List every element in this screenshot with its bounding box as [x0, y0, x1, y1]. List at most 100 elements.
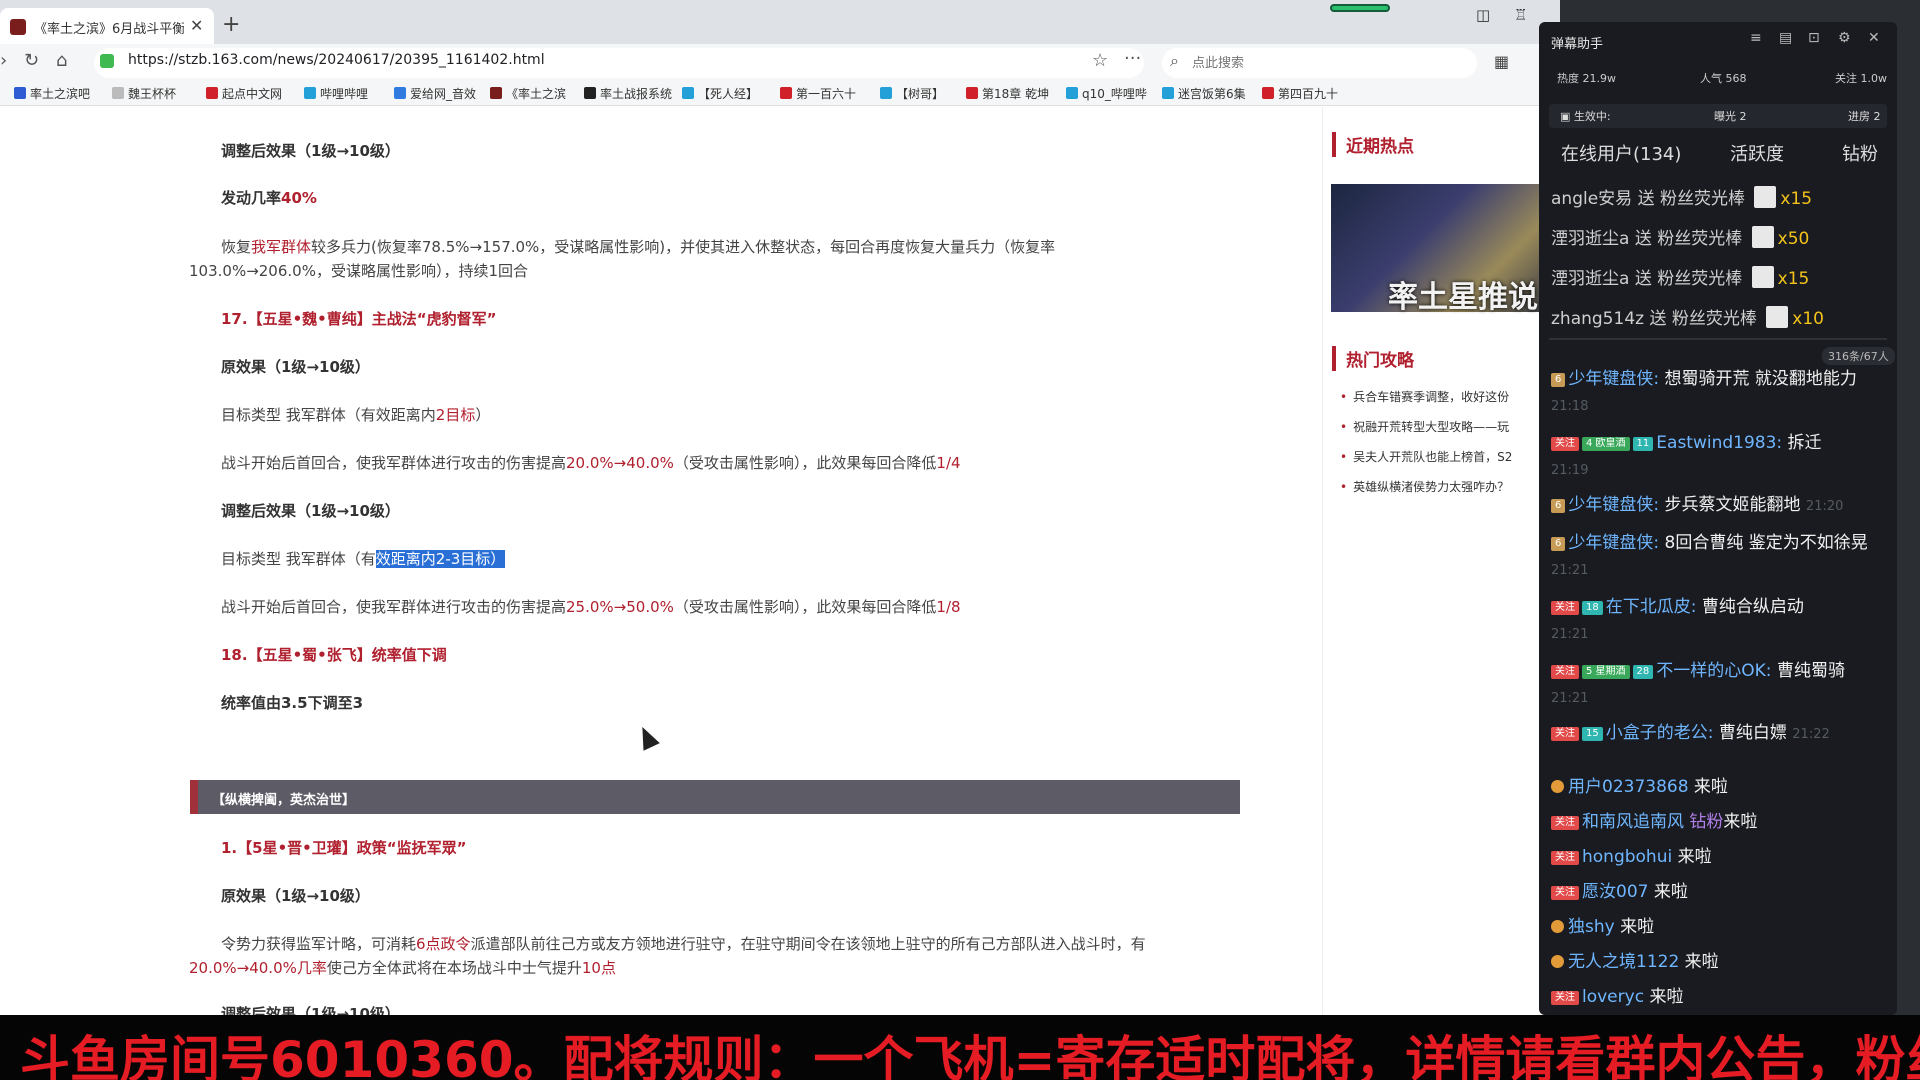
qidian-icon: [1262, 87, 1274, 99]
message-count-badge: 316条/67人: [1822, 347, 1895, 365]
level-badge: 6: [1551, 373, 1566, 387]
join-message: 关注 和南风追南风 钻粉来啦: [1551, 807, 1757, 832]
chat-username[interactable]: 在下北瓜皮:: [1606, 597, 1697, 617]
tab-activity[interactable]: 活跃度: [1730, 140, 1784, 166]
join-message: 独shy 来啦: [1551, 912, 1654, 937]
rank-badge: 11: [1632, 437, 1654, 451]
filter-icon[interactable]: ≡: [1750, 30, 1762, 46]
glowstick-icon: [1751, 266, 1774, 288]
article-text: 发动几率40%: [221, 189, 317, 207]
article-subtitle: 1.【5星•晋•卫瓘】政策“监抚军眾”: [221, 839, 467, 857]
article-heading: 原效果（1级→10级）: [221, 358, 370, 376]
chat-message: 关注 4 欧皇酒 11 Eastwind1983: 拆迁 21:19: [1551, 433, 1822, 478]
join-username[interactable]: 无人之境1122: [1568, 952, 1679, 972]
guide-link[interactable]: 吴夫人开荒队也能上榜首，S2: [1340, 448, 1512, 465]
chat-username[interactable]: 不一样的心OK:: [1656, 661, 1771, 681]
selected-text[interactable]: 效距离内2-3目标）: [375, 550, 506, 568]
user-level-icon: [1551, 955, 1564, 968]
forward-icon[interactable]: ›: [0, 50, 7, 71]
follow-badge: 关注: [1551, 601, 1579, 615]
join-username[interactable]: 愿汝007: [1582, 882, 1648, 902]
extension-icon[interactable]: ♖: [1514, 6, 1527, 24]
sidebar-toggle-icon[interactable]: ◫: [1476, 6, 1490, 24]
join-username[interactable]: 和南风追南风: [1582, 812, 1684, 832]
guide-link[interactable]: 兵合车错赛季调整，收好这份: [1340, 388, 1509, 405]
rank-badge: 15: [1582, 727, 1603, 741]
panel-title: 弹幕助手: [1551, 37, 1604, 52]
guide-link[interactable]: 英雄纵横渚侯势力太强咋办？: [1340, 478, 1509, 495]
join-message: 无人之境1122 来啦: [1551, 947, 1719, 972]
level-badge: 6: [1551, 499, 1566, 513]
bookmark-item[interactable]: 魏王杯杯: [112, 85, 176, 101]
bookmark-item[interactable]: 第一百六十: [780, 85, 856, 101]
qidian-icon: [206, 87, 218, 99]
settings-icon[interactable]: ⚙: [1838, 30, 1851, 46]
join-username[interactable]: loveryc: [1582, 987, 1644, 1007]
home-icon[interactable]: ⌂: [56, 50, 67, 71]
article-heading: 调整后效果（1级→10级）: [221, 1005, 400, 1015]
bookmark-item[interactable]: 爱给网_音效: [394, 85, 476, 101]
close-icon[interactable]: ✕: [1868, 30, 1880, 46]
tab-close-icon[interactable]: ✕: [190, 16, 203, 35]
lock-icon[interactable]: ⊡: [1808, 30, 1820, 46]
bookmark-item[interactable]: 率土之滨吧: [14, 85, 90, 101]
bookmark-item[interactable]: 第四百九十: [1262, 85, 1338, 101]
chat-message: 关注 5 星期酒 28 不一样的心OK: 曹纯蜀骑 21:21: [1551, 661, 1845, 706]
user-level-icon: [1551, 780, 1564, 793]
bookmark-item[interactable]: 第18章 乾坤: [966, 85, 1049, 101]
browser-window: 《率土之滨》6月战斗平衡性调整 ✕ + ◫ ♖ › ↻ ⌂ https://st…: [0, 0, 1560, 1015]
document-icon[interactable]: ▤: [1779, 30, 1792, 46]
chat-username[interactable]: 少年键盘侠:: [1568, 533, 1659, 553]
join-message: 关注 hongbohui 来啦: [1551, 842, 1712, 867]
tab-online-users[interactable]: 在线用户(134): [1561, 140, 1681, 166]
article-heading: 原效果（1级→10级）: [221, 887, 370, 905]
chat-username[interactable]: 小盒子的老公:: [1606, 723, 1714, 743]
guide-link[interactable]: 祝融开荒转型大型攻略——玩: [1340, 418, 1509, 435]
battle-report-icon: [584, 87, 596, 99]
bookmark-item[interactable]: 迷宫饭第6集: [1162, 85, 1246, 101]
rank-badge: 28: [1632, 665, 1654, 679]
new-tab-icon[interactable]: +: [222, 12, 240, 37]
bookmark-item[interactable]: 率土战报系统: [584, 85, 672, 101]
more-icon[interactable]: ···: [1124, 48, 1141, 69]
level-badge: 6: [1551, 537, 1566, 551]
join-username[interactable]: 独shy: [1568, 917, 1615, 937]
bookmark-item[interactable]: 《率土之滨: [490, 85, 566, 101]
glowstick-icon: [1766, 306, 1789, 328]
diamond-fan-role: 钻粉: [1689, 812, 1724, 832]
tab-diamond-fans[interactable]: 钻粉: [1842, 140, 1878, 166]
fan-badge: 5 星期酒: [1582, 665, 1630, 679]
bookmark-item[interactable]: q10_哔哩哔: [1066, 85, 1147, 101]
chat-message: 6 少年键盘侠: 想蜀骑开荒 就没翻地能力 21:18: [1551, 369, 1857, 414]
gift-message: 湮羽逝尘a 送 粉丝荧光棒 x50: [1551, 224, 1809, 249]
rank-badge: 18: [1582, 601, 1603, 615]
reload-icon[interactable]: ↻: [24, 50, 39, 71]
bookmark-item[interactable]: 起点中文网: [206, 85, 282, 101]
bookmark-item[interactable]: 【树哥】: [880, 85, 944, 101]
apps-grid-icon[interactable]: ▦: [1494, 52, 1509, 71]
search-input[interactable]: [1192, 52, 1462, 74]
bookmark-star-icon[interactable]: ☆: [1092, 50, 1108, 71]
promo-banner-text: 率土星推说: [1388, 280, 1538, 315]
join-username[interactable]: hongbohui: [1582, 847, 1672, 867]
glowstick-icon: [1754, 186, 1777, 208]
hot-guides-heading: 热门攻略: [1332, 346, 1414, 371]
bookmark-item[interactable]: 哔哩哔哩: [304, 85, 368, 101]
bookmark-item[interactable]: 【死人经】: [682, 85, 758, 101]
chat-username[interactable]: 少年键盘侠:: [1568, 369, 1659, 389]
join-username[interactable]: 用户02373868: [1568, 777, 1689, 797]
chat-message: 关注 18 在下北瓜皮: 曹纯合纵启动 21:21: [1551, 597, 1804, 642]
glowstick-icon: [1751, 226, 1774, 248]
article-text: 20.0%→40.0%几率使己方全体武将在本场战斗中士气提升10点: [189, 959, 616, 977]
article-text: 统率值由3.5下调至3: [221, 694, 364, 712]
baidu-paw-icon: [14, 87, 26, 99]
article-text: 令势力获得监军计略，可消耗6点政令派遣部队前往己方或友方领地进行驻守，在驻守期间…: [221, 935, 1146, 953]
status-indicator: [1330, 4, 1390, 12]
bilibili-icon: [880, 87, 892, 99]
chat-username[interactable]: 少年键盘侠:: [1568, 495, 1659, 515]
chat-username[interactable]: Eastwind1983:: [1656, 433, 1782, 453]
url-text[interactable]: https://stzb.163.com/news/20240617/20395…: [128, 52, 545, 68]
exposure-count: 曝光 2: [1714, 110, 1747, 123]
folder-icon: [112, 87, 124, 99]
scrolling-ticker: 斗鱼房间号6010360。配将规则：一个飞机=寄存适时配将，详情请看群内公告，粉…: [0, 1015, 1920, 1080]
